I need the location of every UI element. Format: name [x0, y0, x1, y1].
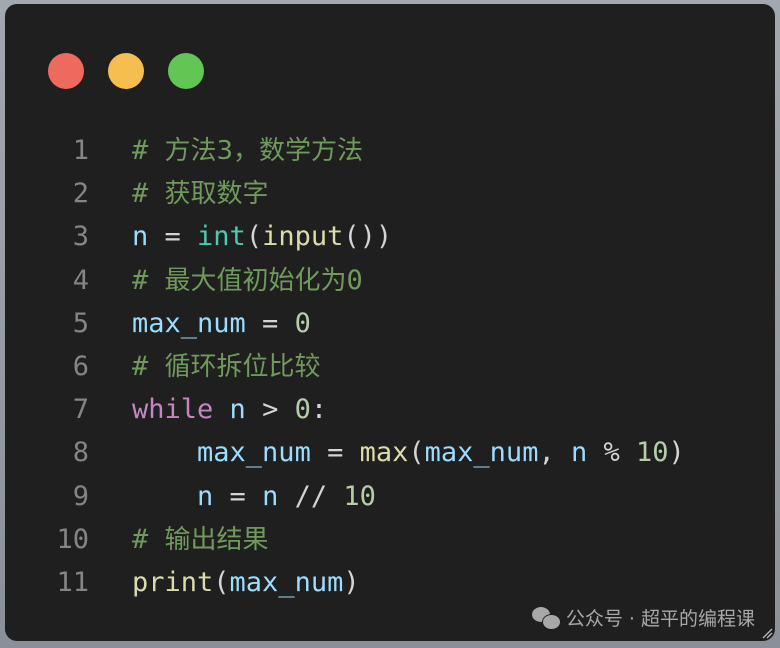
code-token: 0	[346, 264, 363, 296]
code-text: max_num = 0	[132, 302, 311, 345]
code-token: (	[213, 566, 230, 598]
wechat-icon	[531, 606, 561, 630]
line-number: 5	[72, 307, 89, 339]
line-number: 3	[72, 221, 89, 253]
code-token: n	[229, 394, 246, 426]
code-line: 1 # 方法3，数学方法	[5, 129, 775, 172]
maximize-button[interactable]	[168, 53, 204, 89]
code-text: # 最大值初始化为0	[132, 259, 363, 303]
line-number: 10	[56, 523, 89, 555]
code-token: //	[278, 480, 344, 512]
line-number: 8	[72, 437, 89, 469]
code-token: :	[310, 394, 328, 426]
code-line: 10 # 输出结果	[5, 518, 775, 561]
code-token: #	[132, 264, 165, 296]
code-line: 7 while n > 0:	[5, 388, 775, 431]
code-token: =	[148, 221, 198, 253]
code-token: print	[132, 566, 214, 598]
code-line: 3 n = int(input())	[5, 215, 775, 258]
code-token: #	[132, 350, 165, 382]
code-block: 1 # 方法3，数学方法 2 # 获取数字 3 n = int(input()) 4 # 最大…	[5, 129, 775, 604]
code-token: (	[245, 221, 263, 253]
code-text: n = n // 10	[132, 475, 376, 518]
code-line: 2 # 获取数字	[5, 172, 775, 215]
code-token: n	[570, 437, 588, 469]
code-token: )	[668, 437, 685, 469]
code-token: max	[359, 437, 409, 469]
code-text: # 循环拆位比较	[132, 345, 321, 389]
code-text: # 方法3，数学方法	[132, 129, 363, 173]
code-line: 5 max_num = 0	[5, 302, 775, 345]
code-token: ())	[343, 221, 393, 253]
minimize-button[interactable]	[108, 53, 144, 89]
code-token: 方法3，数学方法	[164, 136, 364, 166]
line-number: 6	[72, 350, 89, 382]
code-token: 0	[294, 307, 311, 339]
code-token: max_num	[197, 437, 311, 469]
code-token: =	[310, 437, 360, 469]
code-token: ,	[538, 437, 571, 469]
code-text: # 获取数字	[132, 172, 269, 216]
code-token: >	[245, 394, 295, 426]
line-number: 2	[72, 178, 89, 210]
line-number: 7	[72, 394, 89, 426]
code-token: input	[262, 221, 344, 253]
code-token: 最大值初始化为	[164, 265, 347, 296]
code-text: while n > 0:	[132, 388, 327, 431]
line-number: 11	[56, 566, 89, 598]
resize-handle-icon[interactable]	[761, 627, 773, 639]
code-token: n	[197, 480, 214, 512]
code-token: max_num	[132, 307, 246, 339]
code-text: # 输出结果	[132, 518, 269, 562]
code-token: 0	[294, 394, 311, 426]
line-number: 9	[72, 480, 89, 512]
code-token: 输出结果	[164, 524, 269, 555]
code-token: (	[408, 437, 425, 469]
code-token: n	[262, 480, 279, 512]
code-line: 11 print(max_num)	[5, 561, 775, 604]
code-token: =	[213, 480, 263, 512]
code-token: 10	[636, 437, 669, 469]
code-token: %	[587, 437, 637, 469]
code-line: 8 max_num = max(max_num, n % 10)	[5, 431, 775, 474]
code-token: 获取数字	[164, 179, 269, 210]
code-window: 1 # 方法3，数学方法 2 # 获取数字 3 n = int(input()) 4 # 最大…	[5, 4, 775, 641]
code-token: int	[197, 221, 246, 253]
code-text: max_num = max(max_num, n % 10)	[132, 431, 685, 474]
code-text: n = int(input())	[132, 215, 392, 258]
code-token: max_num	[229, 566, 344, 598]
window-controls	[48, 53, 204, 89]
watermark-text: 公众号 · 超平的编程课	[565, 608, 755, 630]
code-token: 循环拆位比较	[164, 351, 321, 382]
code-token: n	[132, 221, 149, 253]
code-token: max_num	[424, 437, 539, 469]
code-text: print(max_num)	[132, 561, 360, 604]
code-token: #	[132, 523, 165, 555]
line-number: 4	[72, 264, 89, 296]
code-line: 6 # 循环拆位比较	[5, 345, 775, 388]
close-button[interactable]	[48, 53, 84, 89]
code-token: =	[245, 307, 295, 339]
code-token: 10	[343, 480, 376, 512]
watermark: 公众号 · 超平的编程课	[531, 604, 755, 631]
line-number: 1	[72, 135, 89, 166]
code-token: )	[343, 566, 360, 598]
code-line: 9 n = n // 10	[5, 475, 775, 518]
code-token: #	[132, 135, 165, 166]
code-token: while	[132, 394, 214, 426]
code-line: 4 # 最大值初始化为0	[5, 259, 775, 302]
code-token: #	[132, 178, 165, 210]
